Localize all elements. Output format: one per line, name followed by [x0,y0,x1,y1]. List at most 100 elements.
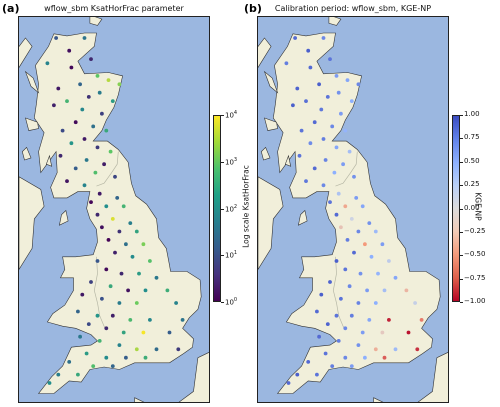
panel-a-station-point-35 [115,196,120,200]
panel-b-station-point-52 [343,267,348,272]
panel-a-station-point-49 [130,254,135,259]
panel-a-station-point-41 [128,221,133,226]
panel-b-map [257,16,449,403]
panel-a-station-point-71 [180,318,185,322]
panel-a-map [18,16,210,403]
panel-b-station-point-80 [373,347,378,352]
panel-a-letter: (a) [2,2,20,15]
panel-a-station-point-48 [113,250,117,255]
panel-b-colorbar-tick-label-1: 0.75 [464,133,480,142]
panel-a-station-point-34 [97,191,102,196]
panel-a-station-point-33 [82,183,87,188]
panel-b-station-point-48 [352,250,356,255]
panel-a-station-point-20 [104,128,109,133]
panel-b-colorbar-tick-mark-2 [460,161,463,163]
panel-a-station-point-32 [65,179,69,184]
panel-a-station-point-21 [60,128,65,133]
panel-b-station-point-77 [317,334,321,339]
panel-a-station-point-60 [165,288,170,293]
panel-b-station-point-73 [343,326,348,331]
panel-b-station-point-46 [363,242,367,247]
panel-a-station-point-77 [78,334,82,339]
panel-b-station-point-45 [345,238,350,242]
panel-a-station-point-42 [100,225,104,230]
panel-a-station-point-80 [134,347,139,352]
panel-a-colorbar-tick-label-2: 102 [225,203,238,213]
panel-b-colorbar [452,115,460,302]
panel-b-colorbar-tick-mark-7 [460,278,463,280]
panel-b-station-point-18 [312,120,317,125]
panel-a-station-point-16 [80,107,85,112]
panel-a-station-point-55 [154,275,159,280]
panel-b-colorbar-tick-mark-6 [460,255,463,257]
panel-a-station-point-38 [121,204,126,209]
panel-b-station-point-49 [369,254,374,259]
panel-a-title: wflow_sbm KsatHorFrac parameter [44,4,184,13]
panel-a-station-point-83 [84,351,89,356]
panel-a-station-point-8 [117,82,122,87]
panel-b-station-point-7 [345,78,350,82]
panel-b-station-point-57 [347,284,352,289]
panel-a-station-point-87 [67,360,72,364]
panel-a-station-point-79 [117,343,122,347]
panel-b-station-point-5 [308,65,313,70]
panel-b-station-point-32 [304,179,308,184]
panel-a-station-point-14 [110,99,115,103]
panel-a-colorbar-tick-label-4: 104 [225,110,238,120]
panel-a-station-point-27 [84,158,89,162]
panel-b-station-point-3 [328,57,332,61]
panel-b-station-point-59 [382,288,387,293]
panel-a-station-point-84 [104,355,109,360]
panel-b-landmass-7 [260,146,271,161]
panel-b-station-point-42 [339,225,343,230]
panel-b-station-point-31 [352,174,356,179]
panel-b-station-point-89 [349,364,354,368]
panel-b-colorbar-tick-mark-3 [460,185,463,187]
panel-b-station-point-22 [321,137,326,141]
panel-a-station-point-46 [124,242,128,247]
panel-b-colorbar-tick-label-6: −0.50 [464,250,486,259]
panel-b-station-point-43 [356,229,361,234]
panel-a-station-point-68 [110,313,115,318]
panel-b-station-point-36 [328,200,332,205]
panel-b-station-point-85 [363,355,367,360]
panel-a-station-point-89 [110,364,115,368]
panel-a-station-point-53 [119,271,124,276]
panel-a-station-point-19 [91,124,96,129]
panel-a-colorbar-tick-label-1: 101 [225,250,238,260]
panel-a-station-point-6 [95,74,100,78]
panel-b-station-point-88 [330,364,335,368]
panel-a-station-point-57 [108,284,113,289]
panel-b-station-point-39 [334,212,339,217]
panel-b-colorbar-tick-label-2: 0.50 [464,156,480,165]
panel-a-station-point-74 [121,330,126,335]
panel-a-station-point-45 [106,238,111,242]
panel-b-landmass-5 [263,70,279,94]
panel-b-station-point-41 [367,221,372,226]
panel-a-landmass-0 [19,176,45,270]
panel-a-station-point-17 [100,111,104,116]
panel-b-station-point-82 [415,347,420,352]
panel-a-station-point-65 [174,301,179,305]
panel-b-station-point-38 [360,204,365,209]
panel-a-station-point-4 [45,61,50,66]
panel-b-station-point-1 [321,36,326,40]
panel-b-station-point-86 [382,355,387,360]
panel-b-colorbar-label: KGE-NP [473,192,483,221]
panel-b-station-point-54 [376,271,380,276]
panel-b-landmass-2 [258,37,272,69]
panel-a-station-point-72 [86,322,91,326]
panel-b-station-point-69 [367,318,372,322]
panel-b-station-point-75 [380,330,385,335]
panel-b-station-point-24 [334,145,339,150]
panel-b-station-point-61 [319,292,324,297]
panel-a-station-point-62 [100,296,104,301]
panel-b-station-point-64 [373,301,378,305]
panel-b-station-point-40 [349,217,354,221]
panel-b-station-point-92 [286,381,291,385]
panel-b-station-point-34 [336,191,341,196]
panel-a-colorbar-tick-mark-4 [221,115,224,116]
panel-a-colorbar-tick-mark-0 [221,302,224,303]
panel-a-station-point-13 [65,99,69,103]
panel-b-station-point-27 [323,158,328,162]
